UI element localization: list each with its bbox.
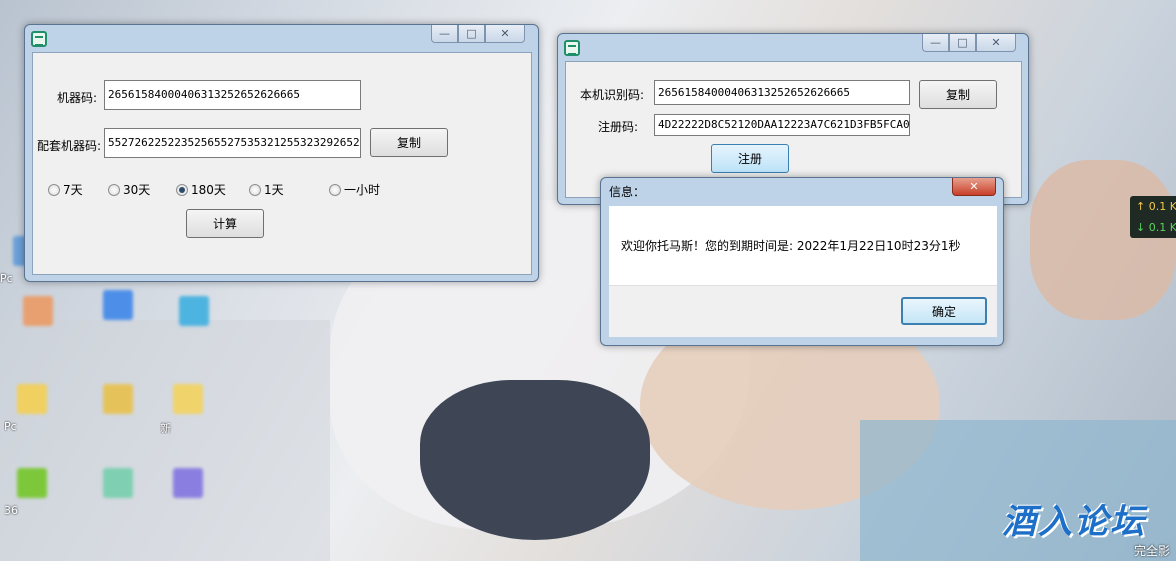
ok-button[interactable]: 确定 [901, 297, 987, 325]
radio-1-day[interactable]: 1天 [249, 181, 284, 198]
dialog-title: 信息： [609, 185, 646, 199]
app-icon [564, 40, 580, 56]
keygen-window[interactable]: — □ ✕ 机器码: 26561584000406313252652626665… [24, 24, 539, 282]
desktop-icon-image [179, 296, 209, 326]
desktop-icon[interactable]: 新 [160, 384, 216, 434]
radio-indicator [108, 183, 120, 196]
desktop-icon-label [10, 332, 66, 346]
copy-button[interactable]: 复制 [919, 80, 997, 109]
paired-code-label: 配套机器码: [37, 139, 102, 153]
watermark: 酒入论坛 [1002, 502, 1146, 542]
desktop-icon[interactable] [90, 384, 146, 434]
desktop-icon-image [17, 384, 47, 414]
calculate-button[interactable]: 计算 [186, 209, 264, 238]
desktop-icon-label [90, 420, 146, 434]
close-button[interactable]: ✕ [976, 34, 1016, 52]
copy-button[interactable]: 复制 [370, 128, 448, 157]
close-button[interactable]: ✕ [485, 25, 525, 43]
radio-indicator [329, 183, 341, 196]
register-button[interactable]: 注册 [711, 144, 789, 173]
keygen-client-area: 机器码: 26561584000406313252652626665 配套机器码… [32, 52, 532, 275]
close-button[interactable]: ✕ [952, 178, 996, 196]
keygen-titlebar[interactable]: — □ ✕ [25, 25, 538, 51]
dialog-message: 欢迎你托马斯！您的到期时间是: 2022年1月22日10时23分1秒 [621, 239, 961, 253]
minimize-button[interactable]: — [431, 25, 458, 43]
maximize-button[interactable]: □ [949, 34, 976, 52]
dialog-titlebar[interactable]: 信息： ✕ [601, 178, 1003, 204]
radio-label: 180天 [191, 183, 226, 197]
desktop-icon-label: Pc [4, 420, 17, 433]
radio-indicator [48, 183, 60, 196]
machine-code-field[interactable]: 26561584000406313252652626665 [104, 80, 361, 110]
desktop-icon-image [103, 384, 133, 414]
desktop-icon-label [90, 504, 146, 518]
radio-label: 30天 [123, 183, 151, 197]
wallpaper-shape [1030, 160, 1176, 320]
desktop-icon-image [173, 468, 203, 498]
reg-code-label: 注册码: [598, 120, 639, 134]
network-speed-widget[interactable]: ↑ 0.1 K ↓ 0.1 K [1130, 196, 1176, 238]
desktop-icon[interactable]: 36 [4, 468, 60, 518]
desktop-icon-image [23, 296, 53, 326]
desktop-icon-label [166, 332, 222, 346]
desktop-icon[interactable] [10, 296, 66, 346]
desktop-icon[interactable] [90, 290, 146, 340]
desktop-icon-image [173, 384, 203, 414]
wallpaper-shape [0, 320, 330, 561]
maximize-button[interactable]: □ [458, 25, 485, 43]
desktop-icon[interactable] [90, 468, 146, 518]
register-titlebar[interactable]: — □ ✕ [558, 34, 1028, 60]
desktop-icon-label: 新 [160, 422, 171, 434]
desktop-icon-label [90, 326, 146, 340]
local-id-field[interactable]: 26561584000406313252652626665 [654, 80, 910, 105]
radio-one-hour[interactable]: 一小时 [329, 181, 380, 198]
desktop-icon-image [17, 468, 47, 498]
radio-label: 一小时 [344, 183, 381, 197]
minimize-button[interactable]: — [922, 34, 949, 52]
radio-180-days[interactable]: 180天 [176, 181, 226, 198]
machine-code-label: 机器码: [57, 91, 98, 105]
paired-code-field[interactable]: 5527262252235256552753532125532329265253… [104, 128, 361, 158]
download-speed: ↓ 0.1 K [1136, 221, 1176, 234]
desktop-icon-label: 36 [4, 504, 18, 517]
dialog-footer: 确定 [609, 285, 997, 337]
wallpaper-shape [420, 380, 650, 540]
desktop-icon-image [103, 290, 133, 320]
radio-label: 7天 [63, 183, 83, 197]
desktop-icon-image [103, 468, 133, 498]
radio-indicator-selected [176, 183, 188, 196]
corner-text: 完全影 [1134, 544, 1171, 558]
radio-label: 1天 [264, 183, 284, 197]
desktop-icon[interactable]: Pc [4, 384, 60, 434]
message-dialog[interactable]: 信息： ✕ 欢迎你托马斯！您的到期时间是: 2022年1月22日10时23分1秒… [600, 177, 1004, 346]
dialog-body: 欢迎你托马斯！您的到期时间是: 2022年1月22日10时23分1秒 [609, 206, 997, 285]
radio-7-days[interactable]: 7天 [48, 181, 83, 198]
app-icon [31, 31, 47, 47]
desktop-icon-label [160, 504, 216, 518]
radio-30-days[interactable]: 30天 [108, 181, 150, 198]
local-id-label: 本机识别码: [580, 88, 645, 102]
reg-code-field[interactable]: 4D22222D8C52120DAA12223A7C621D3FB5FCA003… [654, 114, 910, 136]
upload-speed: ↑ 0.1 K [1136, 200, 1176, 213]
radio-indicator [249, 183, 261, 196]
desktop-icon[interactable] [160, 468, 216, 518]
desktop-icon[interactable] [166, 296, 222, 346]
